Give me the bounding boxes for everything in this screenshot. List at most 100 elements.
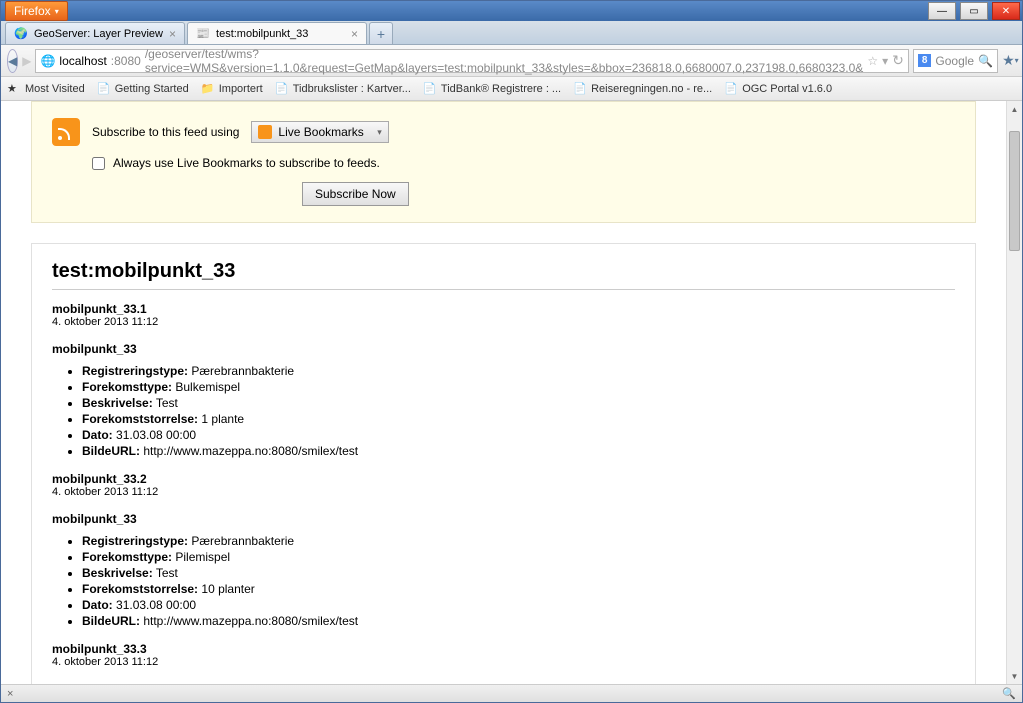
feed-title: test:mobilpunkt_33 — [52, 260, 955, 290]
entry-title: mobilpunkt_33.1 — [52, 302, 955, 316]
feed-reader-label: Live Bookmarks — [278, 125, 363, 139]
prop-value: Pilemispel — [175, 550, 230, 564]
content-area: Subscribe to this feed using Live Bookma… — [1, 101, 1022, 684]
bookmark-label: Tidbrukslister : Kartver... — [293, 83, 411, 95]
firefox-window: Firefox — ▭ ✕ 🌍GeoServer: Layer Preview×… — [0, 0, 1023, 703]
tab-bar: 🌍GeoServer: Layer Preview×📰test:mobilpun… — [1, 21, 1022, 45]
bookmark-star-icon[interactable]: ☆ — [867, 54, 878, 68]
search-engine-icon[interactable]: 8 — [918, 54, 932, 67]
always-use-checkbox[interactable] — [92, 157, 105, 170]
status-close-icon[interactable]: × — [7, 688, 13, 700]
feed-property: Forekomststorrelse: 1 plante — [82, 412, 955, 426]
feed-property: BildeURL: http://www.mazeppa.no:8080/smi… — [82, 444, 955, 458]
bookmark-label: Most Visited — [25, 83, 85, 95]
browser-tab[interactable]: 🌍GeoServer: Layer Preview× — [5, 22, 185, 44]
subscribe-now-button[interactable]: Subscribe Now — [302, 182, 409, 206]
feed-content: test:mobilpunkt_33 mobilpunkt_33.1 4. ok… — [31, 243, 976, 684]
feed-property: BildeURL: http://www.mazeppa.no:8080/smi… — [82, 614, 955, 628]
feed-property: Registreringstype: Pærebrannbakterie — [82, 534, 955, 548]
bookmark-label: Importert — [219, 83, 263, 95]
always-use-label: Always use Live Bookmarks to subscribe t… — [113, 156, 380, 170]
entry-subtitle: mobilpunkt_33 — [52, 342, 955, 356]
prop-value: 1 plante — [201, 412, 244, 426]
browser-tab[interactable]: 📰test:mobilpunkt_33× — [187, 22, 367, 44]
bookmark-label: OGC Portal v1.6.0 — [742, 83, 832, 95]
bookmark-item[interactable]: 📄Tidbrukslister : Kartver... — [275, 82, 411, 96]
prop-key: Forekomststorrelse: — [82, 582, 198, 596]
bookmark-icon: ★ — [7, 82, 21, 96]
nav-toolbar: ◀ ▶ 🌐 localhost:8080/geoserver/test/wms?… — [1, 45, 1022, 77]
prop-key: Forekomsttype: — [82, 380, 172, 394]
search-bar[interactable]: 8 Google 🔍 — [913, 49, 998, 73]
prop-key: BildeURL: — [82, 614, 140, 628]
search-magnifier-icon[interactable]: 🔍 — [978, 54, 993, 68]
scroll-thumb[interactable] — [1009, 131, 1020, 251]
bookmark-icon: 📄 — [423, 82, 437, 96]
subscribe-using-label: Subscribe to this feed using — [92, 125, 239, 139]
bookmark-item[interactable]: 📄TidBank® Registrere : ... — [423, 82, 561, 96]
bookmark-item[interactable]: 📄OGC Portal v1.6.0 — [724, 82, 832, 96]
feed-property: Dato: 31.03.08 00:00 — [82, 428, 955, 442]
prop-value: Test — [156, 396, 178, 410]
prop-key: Dato: — [82, 598, 113, 612]
feed-reader-select[interactable]: Live Bookmarks — [251, 121, 388, 143]
prop-value: Bulkemispel — [175, 380, 240, 394]
bookmark-item[interactable]: 📄 Getting Started — [97, 82, 189, 96]
tab-label: test:mobilpunkt_33 — [216, 28, 308, 40]
entry-title: mobilpunkt_33.2 — [52, 472, 955, 486]
prop-value: http://www.mazeppa.no:8080/smilex/test — [143, 444, 358, 458]
url-bar[interactable]: 🌐 localhost:8080/geoserver/test/wms?serv… — [35, 49, 908, 73]
prop-key: BildeURL: — [82, 444, 140, 458]
prop-value: Pærebrannbakterie — [191, 534, 294, 548]
forward-button[interactable]: ▶ — [22, 51, 31, 71]
feed-property: Forekomststorrelse: 10 planter — [82, 582, 955, 596]
entry-subtitle: mobilpunkt_33 — [52, 512, 955, 526]
search-placeholder: Google — [935, 54, 974, 68]
prop-value: Test — [156, 566, 178, 580]
feed-subscribe-box: Subscribe to this feed using Live Bookma… — [31, 101, 976, 223]
reload-button[interactable]: ↻ — [892, 52, 904, 69]
entry-subtitle: mobilpunkt_33 — [52, 682, 955, 684]
entry-date: 4. oktober 2013 11:12 — [52, 486, 955, 498]
scrollbar[interactable]: ▲ ▼ — [1006, 101, 1022, 684]
mini-rss-icon — [258, 125, 272, 139]
prop-value: 10 planter — [201, 582, 254, 596]
prop-key: Beskrivelse: — [82, 396, 153, 410]
tab-close-icon[interactable]: × — [169, 27, 176, 41]
feed-entry: mobilpunkt_33.3 4. oktober 2013 11:12 mo… — [52, 642, 955, 684]
bookmark-item[interactable]: 📄Reiseregningen.no - re... — [573, 82, 712, 96]
firefox-menu-button[interactable]: Firefox — [5, 1, 68, 21]
bookmark-icon: 📄 — [97, 82, 111, 96]
prop-key: Beskrivelse: — [82, 566, 153, 580]
status-zoom-icon[interactable]: 🔍 — [1002, 687, 1016, 700]
bookmark-label: Getting Started — [115, 83, 189, 95]
feed-entry: mobilpunkt_33.2 4. oktober 2013 11:12 mo… — [52, 472, 955, 628]
prop-value: 31.03.08 00:00 — [116, 598, 196, 612]
feed-property: Forekomsttype: Bulkemispel — [82, 380, 955, 394]
tab-close-icon[interactable]: × — [351, 27, 358, 41]
bookmark-menu-button[interactable]: ★▾ — [1002, 51, 1019, 71]
feed-property: Beskrivelse: Test — [82, 566, 955, 580]
feed-entry: mobilpunkt_33.1 4. oktober 2013 11:12 mo… — [52, 302, 955, 458]
bookmark-icon: 📁 — [201, 82, 215, 96]
scroll-up-icon[interactable]: ▲ — [1007, 101, 1022, 117]
new-tab-button[interactable]: + — [369, 22, 393, 44]
url-dropdown-icon[interactable]: ▾ — [882, 54, 888, 68]
entry-date: 4. oktober 2013 11:12 — [52, 316, 955, 328]
bookmark-item[interactable]: ★ Most Visited — [7, 82, 85, 96]
maximize-button[interactable]: ▭ — [960, 2, 988, 20]
prop-key: Forekomststorrelse: — [82, 412, 198, 426]
entry-title: mobilpunkt_33.3 — [52, 642, 955, 656]
minimize-button[interactable]: — — [928, 2, 956, 20]
feed-property: Registreringstype: Pærebrannbakterie — [82, 364, 955, 378]
feed-property: Dato: 31.03.08 00:00 — [82, 598, 955, 612]
feed-property: Beskrivelse: Test — [82, 396, 955, 410]
close-button[interactable]: ✕ — [992, 2, 1020, 20]
prop-value: 31.03.08 00:00 — [116, 428, 196, 442]
scroll-down-icon[interactable]: ▼ — [1007, 668, 1022, 684]
bookmarks-toolbar: ★ Most Visited 📄 Getting Started 📁 Importert 📄… — [1, 77, 1022, 101]
back-button[interactable]: ◀ — [7, 49, 18, 73]
prop-value: Pærebrannbakterie — [191, 364, 294, 378]
bookmark-label: Reiseregningen.no - re... — [591, 83, 712, 95]
bookmark-item[interactable]: 📁 Importert — [201, 82, 263, 96]
